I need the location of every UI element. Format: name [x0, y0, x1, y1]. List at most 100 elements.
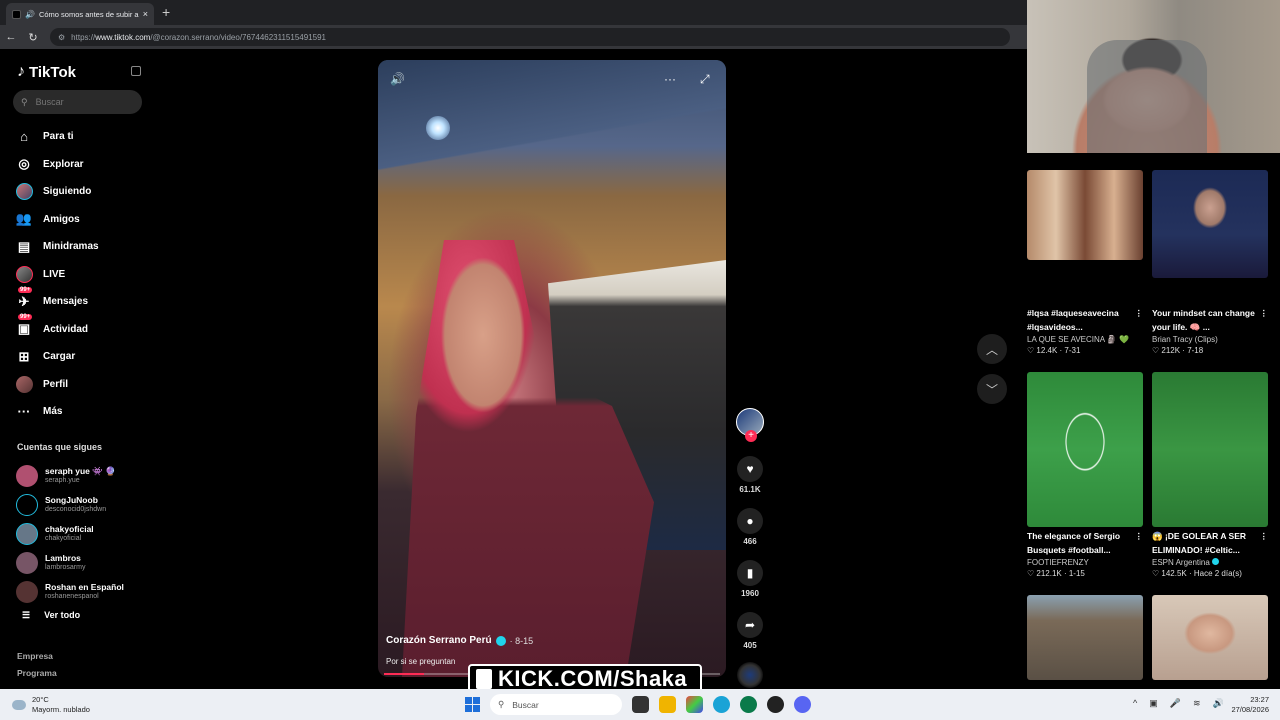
following-item[interactable]: Lambros lambrosarmy — [16, 548, 156, 577]
rec-author[interactable]: Brian Tracy (Clips) — [1152, 335, 1268, 344]
rec-author[interactable]: FOOTIEFRENZY — [1027, 558, 1143, 567]
rec-more-icon[interactable]: ⋮ — [1135, 529, 1144, 543]
search-input[interactable] — [35, 97, 126, 107]
clock-time: 23:27 — [1250, 695, 1269, 704]
previous-video-button[interactable]: ︿ — [977, 334, 1007, 364]
volume-icon[interactable]: 🔊 — [390, 72, 405, 86]
rec-author[interactable]: ESPN Argentina — [1152, 558, 1268, 567]
copilot-icon[interactable] — [686, 696, 703, 713]
footer-link-empresa[interactable]: Empresa — [17, 651, 53, 661]
rec-card[interactable] — [1027, 595, 1143, 680]
rec-thumbnail — [1027, 595, 1143, 680]
sidebar-item-actividad[interactable]: ▣ 99+ Actividad — [15, 314, 150, 344]
following-item[interactable]: Roshan en Español roshanenespanol — [16, 577, 156, 606]
next-video-button[interactable]: ﹀ — [977, 374, 1007, 404]
video-author-row[interactable]: Corazón Serrano Perú · 8-15 — [386, 635, 533, 646]
follow-plus-icon[interactable]: + — [745, 430, 757, 442]
save-button[interactable]: ▮ — [737, 560, 763, 586]
edge-icon[interactable] — [713, 696, 730, 713]
sidebar-item-live[interactable]: LIVE — [15, 261, 150, 289]
more-options-icon[interactable]: ··· — [664, 72, 676, 86]
account-handle: desconocid0jshdwn — [45, 506, 107, 514]
share-button[interactable]: ➦ — [737, 612, 763, 638]
chrome-icon[interactable] — [767, 696, 784, 713]
live-avatar-icon — [15, 265, 33, 283]
video-description[interactable]: Por si se preguntan — [386, 657, 455, 666]
rec-author[interactable]: LA QUE SE AVECINA 🗿 💚 — [1027, 335, 1143, 344]
sidebar-item-minidramas[interactable]: ▤ Minidramas — [15, 233, 150, 261]
sidebar-item-cargar[interactable]: ⊞ Cargar — [15, 343, 150, 371]
rec-card[interactable]: Your mindset can change your life. 🧠 ...… — [1152, 170, 1268, 355]
footer-link-programa[interactable]: Programa — [17, 668, 57, 678]
rec-card[interactable]: 😱 ¡DE GOLEAR A SER ELIMINADO! #Celtic...… — [1152, 372, 1268, 578]
url-field[interactable]: ⚙ https://www.tiktok.com/@corazon.serran… — [50, 28, 1010, 46]
following-item[interactable]: SongJuNoob desconocid0jshdwn — [16, 491, 156, 520]
see-all-button[interactable]: ☰ Ver todo — [22, 610, 80, 621]
sidebar-item-siguiendo[interactable]: Siguiendo — [15, 178, 150, 206]
sidebar-item-amigos[interactable]: 👥 Amigos — [15, 206, 150, 234]
comment-button[interactable]: ● — [737, 508, 763, 534]
fullscreen-icon[interactable]: ⤢ — [700, 72, 710, 87]
sidebar-item-para-ti[interactable]: ⌂ Para ti — [15, 123, 150, 151]
sidebar-item-mas[interactable]: ··· Más — [15, 398, 150, 426]
rec-stats: ♡ 142.5K · Hace 2 día(s) — [1152, 569, 1242, 578]
sidebar: ♪ TikTok ⚲ ⌂ Para ti ◎ Explorar Siguiendo … — [0, 49, 155, 689]
search-box[interactable]: ⚲ — [13, 90, 142, 114]
speaker-icon[interactable]: 🔊 — [1213, 698, 1224, 709]
rec-more-icon[interactable]: ⋮ — [1135, 306, 1144, 320]
wifi-icon[interactable]: ≋ — [1193, 698, 1201, 709]
menu-label: Explorar — [43, 158, 84, 170]
sidebar-item-perfil[interactable]: Perfil — [15, 371, 150, 399]
system-tray: ^ ▣ 🎤 ≋ 🔊 — [1133, 698, 1224, 709]
like-count: 61.1K — [739, 485, 761, 494]
sidebar-item-mensajes[interactable]: ✈ 99+ Mensajes — [15, 286, 150, 316]
music-disc-icon[interactable] — [737, 662, 763, 688]
menu-label: Minidramas — [43, 241, 99, 253]
avatar — [16, 494, 38, 517]
verified-icon — [495, 635, 506, 646]
following-item[interactable]: chakyoficial chakyoficial — [16, 520, 156, 549]
collapse-sidebar-icon[interactable] — [131, 66, 141, 76]
author-avatar[interactable]: + — [736, 408, 764, 442]
tray-app-icon[interactable]: ▣ — [1149, 698, 1158, 709]
weather-text: Mayorm. nublado — [32, 705, 90, 714]
like-button[interactable]: ♥ — [737, 456, 763, 482]
messages-icon: ✈ 99+ — [18, 286, 33, 309]
discord-icon[interactable] — [794, 696, 811, 713]
video-progress-fill — [384, 673, 425, 675]
clock[interactable]: 23:27 27/08/2026 — [1225, 695, 1269, 715]
app-icon[interactable] — [740, 696, 757, 713]
video-player[interactable]: 🔊 ··· ⤢ Corazón Serrano Perú · 8-15 Por … — [378, 60, 726, 677]
taskbar-apps — [632, 696, 811, 713]
more-icon: ··· — [17, 404, 31, 420]
rec-more-icon[interactable]: ⋮ — [1260, 306, 1269, 320]
rec-card[interactable]: #lqsa #laqueseavecina #lqsavideos... ⋮ LA… — [1027, 170, 1143, 355]
tab-close-icon[interactable]: × — [143, 9, 148, 19]
windows-start-icon[interactable] — [465, 697, 480, 712]
taskbar-search[interactable]: ⚲ Buscar — [490, 694, 622, 715]
reload-icon[interactable]: ↻ — [22, 31, 44, 44]
back-arrow-icon[interactable]: ← — [0, 31, 22, 43]
site-info-icon[interactable]: ⚙ — [58, 33, 65, 42]
following-item[interactable]: seraph yue 👾 🔮 seraph.yue — [16, 462, 156, 491]
rec-card[interactable] — [1152, 595, 1268, 680]
weather-widget[interactable]: 20°C Mayorm. nublado — [12, 695, 90, 715]
tray-chevron-icon[interactable]: ^ — [1133, 698, 1137, 709]
video-author[interactable]: Corazón Serrano Perú — [386, 635, 492, 646]
cloud-icon — [12, 700, 26, 710]
profile-avatar-icon — [15, 375, 33, 393]
home-icon: ⌂ — [20, 129, 28, 145]
sidebar-item-explorar[interactable]: ◎ Explorar — [15, 151, 150, 179]
file-explorer-icon[interactable] — [659, 696, 676, 713]
menu-label: Cargar — [43, 351, 76, 363]
following-heading: Cuentas que sigues — [17, 442, 103, 452]
tiktok-logo[interactable]: ♪ TikTok — [17, 63, 76, 81]
microphone-icon[interactable]: 🎤 — [1170, 698, 1181, 709]
speaker-icon[interactable]: 🔊 — [25, 10, 35, 19]
new-tab-button[interactable]: + — [162, 4, 170, 20]
rec-card[interactable]: The elegance of Sergio Busquets #footbal… — [1027, 372, 1143, 578]
task-view-icon[interactable] — [632, 696, 649, 713]
browser-tab[interactable]: 🔊 Cómo somos antes de subir a × — [6, 3, 154, 25]
rec-thumbnail — [1152, 595, 1268, 680]
rec-more-icon[interactable]: ⋮ — [1260, 529, 1269, 543]
